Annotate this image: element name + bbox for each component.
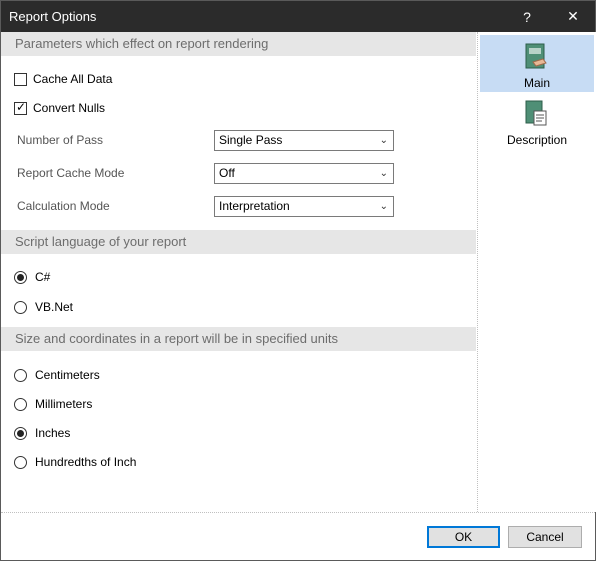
- radio-button[interactable]: [14, 300, 27, 314]
- main-page-icon: [525, 43, 547, 69]
- ok-button[interactable]: OK: [427, 526, 500, 548]
- chevron-down-icon: ⌄: [379, 168, 388, 179]
- radio-label: C#: [35, 270, 51, 284]
- report-options-dialog: Report Options ? ✕ Parameters which effe…: [0, 0, 596, 561]
- chevron-down-icon: ⌄: [379, 135, 388, 146]
- radio-hundredths-of-inch[interactable]: Hundredths of Inch: [14, 454, 136, 470]
- page-sidebar: Main Description: [477, 32, 596, 512]
- report-cache-mode-select[interactable]: Off ⌄: [214, 163, 394, 184]
- radio-button[interactable]: [14, 426, 27, 440]
- radio-label: Inches: [35, 426, 71, 440]
- sidebar-label: Main: [523, 76, 550, 90]
- sidebar-item-description[interactable]: Description: [480, 92, 594, 149]
- radio-label: Hundredths of Inch: [35, 455, 137, 469]
- number-of-pass-value: Single Pass: [219, 133, 283, 147]
- section-header-script: Script language of your report: [1, 230, 476, 254]
- footer-divider: [1, 512, 595, 513]
- calculation-mode-label: Calculation Mode: [17, 199, 110, 213]
- title-bar: Report Options ? ✕: [1, 1, 595, 32]
- help-icon: ?: [523, 8, 531, 25]
- radio-button[interactable]: [14, 270, 27, 284]
- radio-button[interactable]: [14, 455, 27, 469]
- convert-nulls-label: Convert Nulls: [33, 101, 106, 115]
- radio-inches[interactable]: Inches: [14, 425, 70, 441]
- radio-button[interactable]: [14, 368, 27, 382]
- checkbox-box[interactable]: ✓: [14, 99, 27, 115]
- description-page-icon: [525, 100, 547, 126]
- cache-all-data-label: Cache All Data: [33, 72, 113, 86]
- section-header-rendering: Parameters which effect on report render…: [1, 32, 476, 56]
- number-of-pass-select[interactable]: Single Pass ⌄: [214, 130, 394, 151]
- checkbox-box[interactable]: [14, 72, 27, 86]
- radio-millimeters[interactable]: Millimeters: [14, 396, 92, 412]
- report-cache-mode-value: Off: [219, 166, 235, 180]
- number-of-pass-label: Number of Pass: [17, 133, 104, 147]
- chevron-down-icon: ⌄: [379, 201, 388, 212]
- sidebar-label: Description: [506, 133, 568, 147]
- radio-label: Millimeters: [35, 397, 93, 411]
- main-panel: Parameters which effect on report render…: [1, 32, 477, 512]
- radio-csharp[interactable]: C#: [14, 269, 50, 285]
- sidebar-item-main[interactable]: Main: [480, 35, 594, 92]
- help-button[interactable]: ?: [504, 1, 550, 32]
- section-header-units: Size and coordinates in a report will be…: [1, 327, 476, 351]
- radio-label: Centimeters: [35, 368, 100, 382]
- report-cache-mode-label: Report Cache Mode: [17, 166, 125, 180]
- convert-nulls-checkbox[interactable]: ✓ Convert Nulls: [14, 100, 105, 116]
- checkmark-icon: ✓: [16, 99, 27, 114]
- close-button[interactable]: ✕: [550, 1, 596, 32]
- radio-centimeters[interactable]: Centimeters: [14, 367, 100, 383]
- cancel-button[interactable]: Cancel: [508, 526, 582, 548]
- window-title: Report Options: [9, 9, 97, 24]
- radio-button[interactable]: [14, 397, 27, 411]
- calculation-mode-value: Interpretation: [219, 199, 290, 213]
- radio-vbnet[interactable]: VB.Net: [14, 299, 73, 315]
- close-icon: ✕: [567, 8, 579, 24]
- calculation-mode-select[interactable]: Interpretation ⌄: [214, 196, 394, 217]
- cache-all-data-checkbox[interactable]: Cache All Data: [14, 71, 112, 87]
- radio-label: VB.Net: [35, 300, 74, 314]
